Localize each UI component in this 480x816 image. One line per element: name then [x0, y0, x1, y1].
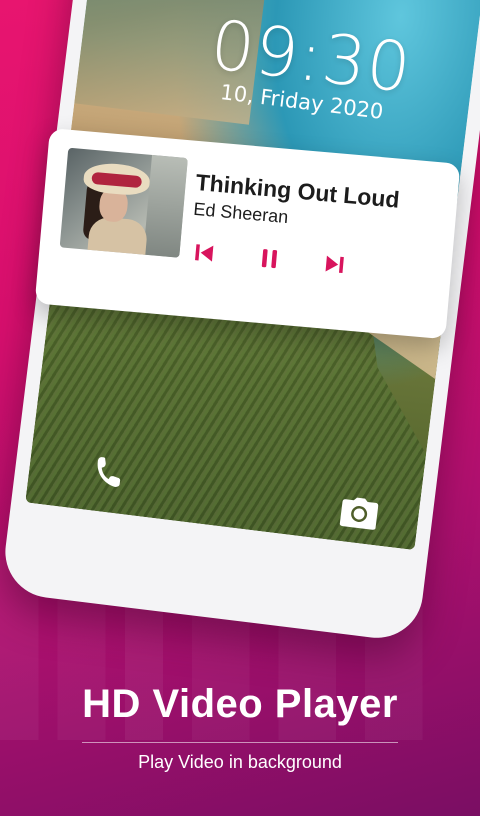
camera-icon[interactable]: [338, 495, 380, 535]
promo-headline: HD Video Player: [82, 682, 398, 726]
pause-button[interactable]: [253, 242, 286, 275]
promo-subtitle: Play Video in background: [138, 752, 342, 772]
album-art: [59, 147, 188, 258]
now-playing-card[interactable]: Thinking Out Loud Ed Sheeran: [34, 128, 461, 340]
promo-divider: [82, 742, 398, 743]
previous-button[interactable]: [188, 237, 221, 270]
pause-icon: [261, 249, 278, 269]
phone-icon[interactable]: [92, 453, 124, 494]
next-icon: [325, 255, 344, 274]
previous-icon: [195, 244, 214, 262]
artist-name: Ed Sheeran: [192, 198, 290, 228]
phone-mockup-area: 09:30 10, Friday 2020: [0, 0, 480, 700]
next-button[interactable]: [318, 248, 351, 281]
